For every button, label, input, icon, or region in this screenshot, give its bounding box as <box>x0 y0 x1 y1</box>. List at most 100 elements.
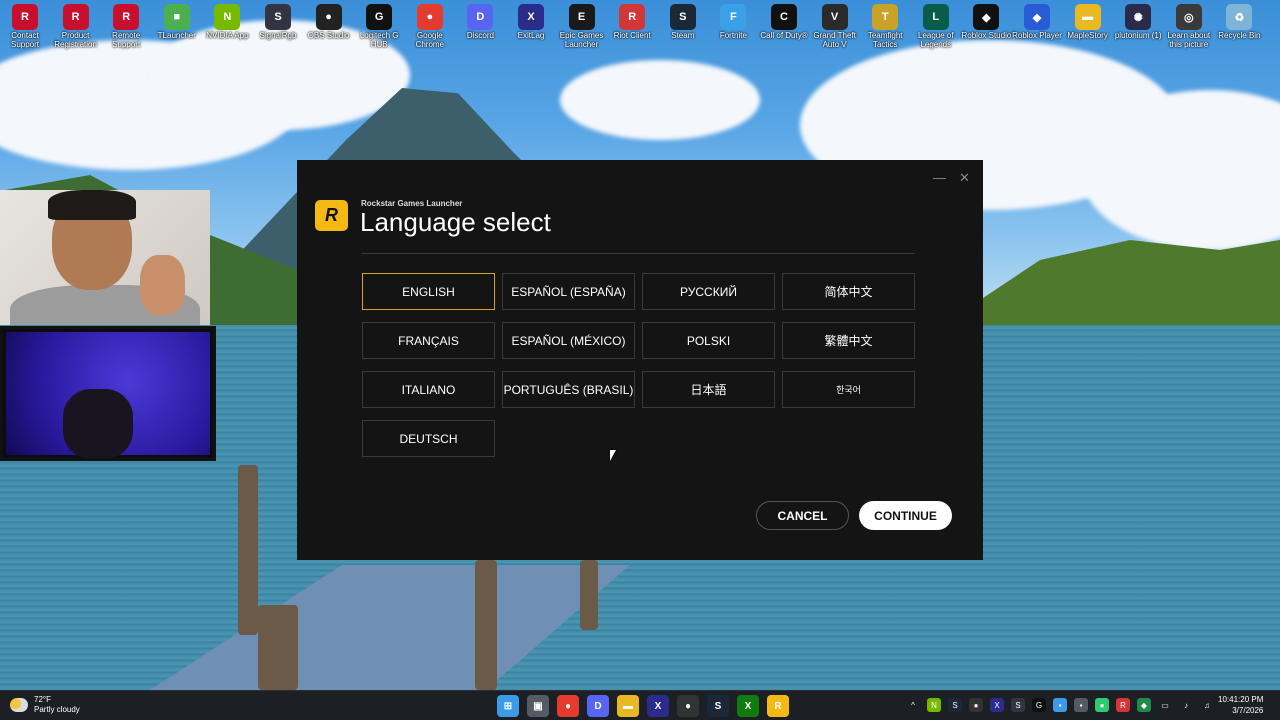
desktop-shortcut[interactable]: V Grand Theft Auto V <box>810 2 860 49</box>
app2-tray-icon[interactable]: ▪ <box>1074 698 1088 712</box>
desktop-shortcut[interactable]: S Steam <box>658 2 708 40</box>
desktop-shortcut-label: Fortnite <box>719 31 747 40</box>
language-option[interactable]: FRANÇAIS <box>362 322 495 359</box>
riot-tray-icon[interactable]: R <box>1116 698 1130 712</box>
xbox-icon[interactable]: X <box>737 695 759 717</box>
status-tray-icon[interactable]: ● <box>1095 698 1109 712</box>
desktop-shortcut[interactable]: ▬ MapleStory <box>1063 2 1113 40</box>
desktop-shortcut[interactable]: ◎ Learn about this picture <box>1164 2 1214 49</box>
rockstar-icon: R <box>62 4 89 30</box>
discord-icon: D <box>467 4 494 30</box>
language-option[interactable]: ITALIANO <box>362 371 495 408</box>
desktop-shortcut[interactable]: ■ TLauncher <box>152 2 202 40</box>
clock-time: 10:41:20 PM <box>1218 695 1264 704</box>
chrome-icon[interactable]: ● <box>557 695 579 717</box>
signalrgb-tray-icon[interactable]: S <box>1011 698 1025 712</box>
desktop-shortcut[interactable]: R Product Registration <box>51 2 101 49</box>
mic-tray-icon[interactable]: ♪ <box>1179 698 1193 712</box>
defender-tray-icon[interactable]: ◆ <box>1137 698 1151 712</box>
desktop-shortcut-label: Remote Support <box>112 31 141 49</box>
desktop-shortcut[interactable]: E Epic Games Launcher <box>557 2 607 49</box>
desktop-shortcut[interactable]: R Remote Support <box>101 2 151 49</box>
exitlag-icon: X <box>518 4 544 30</box>
desktop-shortcut-label: OBS Studio <box>307 31 350 40</box>
language-option[interactable]: 繁體中文 <box>782 322 915 359</box>
exitlag-tray-icon[interactable]: X <box>990 698 1004 712</box>
cloud <box>560 60 760 140</box>
obs-tray-icon[interactable]: ● <box>969 698 983 712</box>
desktop-shortcut-label: Google Chrome <box>415 31 445 49</box>
discord-icon[interactable]: D <box>587 695 609 717</box>
desktop-shortcut[interactable]: C Call of Duty® <box>759 2 809 40</box>
desktop-shortcut[interactable]: S SignalRgb <box>253 2 303 40</box>
desktop-shortcut-label: plutonium (1) <box>1114 31 1162 40</box>
language-option[interactable]: РУССКИЙ <box>642 273 775 310</box>
recycle-bin-icon: ♻ <box>1226 4 1253 30</box>
language-option[interactable]: 日本語 <box>642 371 775 408</box>
language-grid: ENGLISH ESPAÑOL (ESPAÑA) РУССКИЙ 简体中文 FRANÇA… <box>362 273 917 457</box>
desktop-shortcut[interactable]: T Teamfight Tactics <box>860 2 910 49</box>
rockstar-launcher-icon[interactable]: R <box>767 695 789 717</box>
desktop-shortcut[interactable]: L League of Legends <box>911 2 961 49</box>
desktop-shortcut[interactable]: ◆ Roblox Studio <box>961 2 1011 40</box>
cancel-button[interactable]: CANCEL <box>756 501 849 530</box>
language-option[interactable]: 한국어 <box>782 371 915 408</box>
language-option[interactable]: DEUTSCH <box>362 420 495 457</box>
volume-tray-icon[interactable]: ♫ <box>1200 698 1214 712</box>
language-option[interactable]: POLSKI <box>642 322 775 359</box>
desktop-icons: R Contact Support R Product Registration R Re… <box>0 2 1280 52</box>
desktop-shortcut[interactable]: R Contact Support <box>0 2 50 49</box>
obs-icon[interactable]: ● <box>677 695 699 717</box>
desktop-shortcut[interactable]: ♻ Recycle Bin <box>1214 2 1264 40</box>
desktop-shortcut[interactable]: ● Google Chrome <box>405 2 455 49</box>
minimize-button[interactable]: — <box>933 170 946 185</box>
desktop-shortcut-label: Roblox Studio <box>961 31 1012 40</box>
desktop-shortcut[interactable]: F Fortnite <box>708 2 758 40</box>
language-option[interactable]: ESPAÑOL (ESPAÑA) <box>502 273 635 310</box>
file-explorer-icon[interactable]: ▬ <box>617 695 639 717</box>
exitlag-icon[interactable]: X <box>647 695 669 717</box>
desktop-shortcut[interactable]: ✺ plutonium (1) <box>1113 2 1163 40</box>
epic-icon: E <box>568 4 595 30</box>
desktop-shortcut[interactable]: X ExitLag <box>506 2 556 40</box>
steam-tray-icon[interactable]: S <box>948 698 962 712</box>
desktop-shortcut[interactable]: N NVIDIA App <box>202 2 252 40</box>
partly-cloudy-icon <box>10 698 28 712</box>
cod-icon: C <box>771 4 797 30</box>
nvidia-tray-icon[interactable]: N <box>927 698 941 712</box>
steam-icon[interactable]: S <box>707 695 729 717</box>
dock-post <box>580 560 598 630</box>
desktop-shortcut[interactable]: G Logitech G HUB <box>354 2 404 49</box>
app-tray-icon[interactable]: ▪ <box>1053 698 1067 712</box>
desktop-shortcut-label: Logitech G HUB <box>359 31 399 49</box>
rockstar-logo-icon: R <box>315 200 348 231</box>
weather-widget[interactable]: 72°F Partly cloudy <box>10 695 80 715</box>
desktop-shortcut-label: Call of Duty® <box>760 31 808 40</box>
learn-picture-icon: ◎ <box>1175 4 1202 30</box>
webcam-room-person <box>63 389 133 458</box>
desktop-shortcut-label: Epic Games Launcher <box>559 31 604 49</box>
rockstar-icon: R <box>12 4 38 30</box>
language-option[interactable]: ENGLISH <box>362 273 495 310</box>
network-tray-icon[interactable]: ▭ <box>1158 698 1172 712</box>
webcam-room <box>0 326 216 461</box>
language-option[interactable]: 简体中文 <box>782 273 915 310</box>
desktop-shortcut-label: League of Legends <box>918 31 954 49</box>
desktop-shortcut-label: Contact Support <box>10 31 40 49</box>
desktop-shortcut-label: Learn about this picture <box>1167 31 1211 49</box>
language-option[interactable]: PORTUGUÊS (BRASIL) <box>502 371 635 408</box>
desktop-shortcut[interactable]: R Riot Client <box>607 2 657 40</box>
desktop-shortcut[interactable]: ● OBS Studio <box>304 2 354 40</box>
desktop-shortcut[interactable]: D Discord <box>455 2 505 40</box>
close-button[interactable]: ✕ <box>959 170 970 186</box>
language-option[interactable]: ESPAÑOL (MÉXICO) <box>502 322 635 359</box>
start-icon[interactable]: ⊞ <box>497 695 519 717</box>
desktop-shortcut[interactable]: ◆ Roblox Player <box>1012 2 1062 40</box>
clock[interactable]: 10:41:20 PM 3/7/2026 <box>1218 694 1263 716</box>
task-view-icon[interactable]: ▣ <box>527 695 549 717</box>
weather-description: Partly cloudy <box>34 705 80 714</box>
fortnite-icon: F <box>720 4 747 30</box>
logitech-tray-icon[interactable]: G <box>1032 698 1046 712</box>
continue-button[interactable]: CONTINUE <box>859 501 952 530</box>
chevron-up-icon[interactable]: ^ <box>906 698 920 712</box>
